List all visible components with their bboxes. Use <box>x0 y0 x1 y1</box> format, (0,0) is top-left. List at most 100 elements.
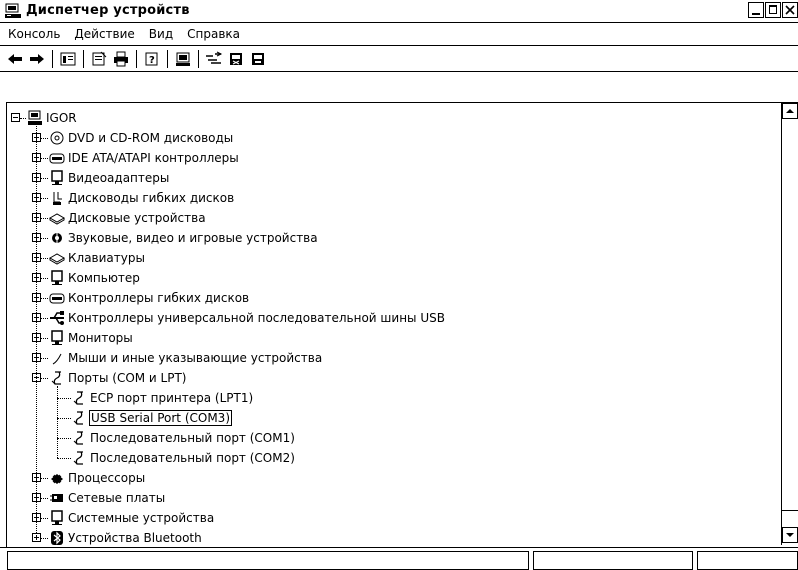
tree-category-item[interactable]: Сетевые платы <box>7 488 777 508</box>
tree-node-label: Порты (COM и LPT) <box>68 371 187 385</box>
system-device-icon <box>49 510 65 526</box>
port-icon <box>71 430 87 446</box>
tree-node-label: Дисковые устройства <box>68 211 206 225</box>
window-controls <box>747 2 798 20</box>
menu-action[interactable]: Действие <box>68 27 140 41</box>
tree-device-item[interactable]: Последовательный порт (COM1) <box>7 428 777 448</box>
tree-device-item[interactable]: Последовательный порт (COM2) <box>7 448 777 468</box>
tree-node-label: Системные устройства <box>68 511 215 525</box>
disk-drive-icon <box>48 210 66 226</box>
floppy-controller-icon <box>49 290 65 306</box>
tree-category-item[interactable]: Звуковые, видео и игровые устройства <box>7 228 777 248</box>
menu-help[interactable]: Справка <box>181 27 246 41</box>
computer-icon <box>4 3 22 19</box>
tree-node-label: IDE ATA/ATAPI контроллеры <box>68 151 239 165</box>
status-bar <box>0 547 798 570</box>
processor-icon <box>49 470 65 486</box>
tree-category-item[interactable]: Устройства Bluetooth <box>7 528 777 545</box>
tree-node-label: ECP порт принтера (LPT1) <box>90 391 254 405</box>
tree-node-label: Процессоры <box>68 471 146 485</box>
floppy-drive-icon <box>49 190 65 206</box>
toolbar-separator <box>198 49 199 68</box>
bluetooth-icon <box>49 530 65 545</box>
minimize-icon[interactable] <box>748 2 764 18</box>
keyboard-icon <box>48 250 66 266</box>
tree-node-label: Контроллеры универсальной последовательн… <box>68 311 445 325</box>
port-icon <box>71 410 87 426</box>
tree-node-label: Устройства Bluetooth <box>68 531 202 545</box>
forward-arrow-icon[interactable] <box>26 48 48 70</box>
toolbar-separator <box>52 49 53 68</box>
tree-node-label: USB Serial Port (COM3) <box>89 410 232 426</box>
tree-category-item[interactable]: Процессоры <box>7 468 777 488</box>
status-panel-2 <box>533 551 693 570</box>
menu-view[interactable]: Вид <box>143 27 179 41</box>
tree-node-label: DVD и CD-ROM дисководы <box>68 131 234 145</box>
tree-node-label: Сетевые платы <box>68 491 166 505</box>
tree-category-item[interactable]: IDE ATA/ATAPI контроллеры <box>7 148 777 168</box>
close-icon[interactable] <box>782 2 798 18</box>
properties-icon[interactable] <box>88 48 110 70</box>
print-icon[interactable] <box>110 48 132 70</box>
update-driver-icon[interactable] <box>203 48 225 70</box>
monitor-icon <box>49 330 65 346</box>
tree-connector <box>36 122 38 533</box>
vertical-scrollbar[interactable] <box>781 103 798 545</box>
show-hide-console-tree-icon[interactable] <box>57 48 79 70</box>
tree-device-item[interactable]: ECP порт принтера (LPT1) <box>7 388 777 408</box>
tree-node-label: Звуковые, видео и игровые устройства <box>68 231 318 245</box>
svg-text:?: ? <box>149 55 155 66</box>
tree-node-label: Контроллеры гибких дисков <box>68 291 250 305</box>
tree-category-item[interactable]: Системные устройства <box>7 508 777 528</box>
port-icon <box>71 450 87 466</box>
device-tree[interactable]: IGOR DVD и CD-ROM дисководы IDE ATA/ATAPI … <box>7 103 781 545</box>
menu-console[interactable]: Консоль <box>2 27 66 41</box>
scan-hardware-icon[interactable] <box>172 48 194 70</box>
computer-icon <box>27 110 43 126</box>
tree-node-label: Видеоадаптеры <box>68 171 170 185</box>
device-manager-window: Диспетчер устройств Консоль Действие Вид… <box>0 0 798 570</box>
tree-category-item[interactable]: Дисковые устройства <box>7 208 777 228</box>
tree-category-item[interactable]: Компьютер <box>7 268 777 288</box>
port-icon <box>71 390 87 406</box>
tree-root-computer[interactable]: IGOR <box>7 108 777 128</box>
cdrom-icon <box>49 130 65 146</box>
display-adapter-icon <box>49 170 65 186</box>
help-icon[interactable]: ? <box>141 48 163 70</box>
tree-node-label: Мониторы <box>68 331 133 345</box>
scroll-up-arrow-icon[interactable] <box>782 103 798 119</box>
disable-icon[interactable] <box>247 48 269 70</box>
tree-category-item[interactable]: DVD и CD-ROM дисководы <box>7 128 777 148</box>
title-bar[interactable]: Диспетчер устройств <box>0 0 798 23</box>
tree-node-label: Мыши и иные указывающие устройства <box>68 351 323 365</box>
scroll-down-arrow-icon[interactable] <box>782 527 798 543</box>
tree-category-item[interactable]: Контроллеры универсальной последовательн… <box>7 308 777 328</box>
tree-category-item[interactable]: Мониторы <box>7 328 777 348</box>
status-panel-3 <box>697 551 798 570</box>
network-adapter-icon <box>49 490 65 506</box>
maximize-icon[interactable] <box>765 2 781 18</box>
tree-device-item[interactable]: USB Serial Port (COM3) <box>7 408 777 428</box>
uninstall-icon[interactable] <box>225 48 247 70</box>
tree-category-item[interactable]: Клавиатуры <box>7 248 777 268</box>
toolbar-separator <box>83 49 84 68</box>
mouse-icon <box>49 350 65 366</box>
back-arrow-icon[interactable] <box>4 48 26 70</box>
tree-category-item[interactable]: Видеоадаптеры <box>7 168 777 188</box>
tree-connector <box>57 386 59 458</box>
ide-controller-icon <box>49 150 65 166</box>
tree-category-item[interactable]: Порты (COM и LPT) <box>7 368 777 388</box>
computer-node-icon <box>49 270 65 286</box>
toolbar-separator <box>136 49 137 68</box>
toolbar: ? <box>0 46 798 72</box>
tree-node-label: Клавиатуры <box>68 251 145 265</box>
tree-node-label: IGOR <box>46 111 77 125</box>
tree-category-item[interactable]: Мыши и иные указывающие устройства <box>7 348 777 368</box>
port-icon <box>49 370 65 386</box>
tree-node-label: Последовательный порт (COM1) <box>90 431 295 445</box>
tree-category-item[interactable]: Дисководы гибких дисков <box>7 188 777 208</box>
toolbar-separator <box>167 49 168 68</box>
scroll-thumb-edge <box>782 510 798 511</box>
tree-category-item[interactable]: Контроллеры гибких дисков <box>7 288 777 308</box>
usb-icon <box>49 310 65 326</box>
